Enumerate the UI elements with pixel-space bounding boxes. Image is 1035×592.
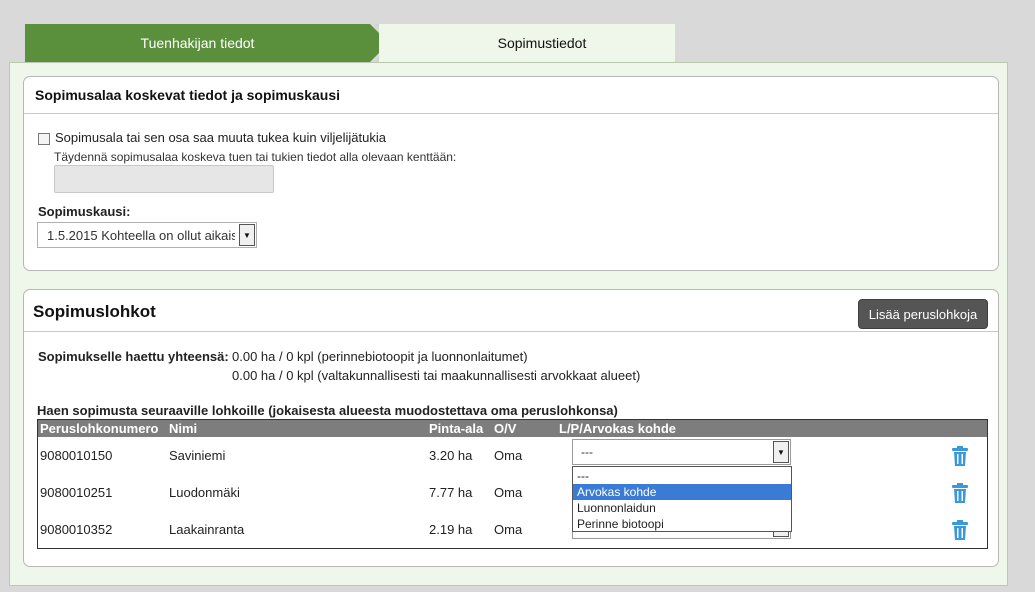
trash-icon[interactable] bbox=[952, 446, 968, 466]
row-name: Saviniemi bbox=[169, 448, 226, 463]
table-header: Peruslohkonumero Nimi Pinta-ala O/V L/P/… bbox=[38, 420, 987, 437]
wizard-tabs: Tuenhakijan tiedot Sopimustiedot bbox=[25, 24, 675, 62]
col-number: Peruslohkonumero bbox=[40, 421, 159, 436]
row-type-value: --- bbox=[581, 445, 593, 459]
row-number: 9080010352 bbox=[40, 522, 113, 537]
col-type: L/P/Arvokas kohde bbox=[559, 421, 677, 436]
table-caption: Haen sopimusta seuraaville lohkoille (jo… bbox=[37, 403, 618, 418]
other-support-checkbox[interactable] bbox=[38, 133, 50, 145]
dropdown-option[interactable]: --- bbox=[573, 468, 791, 484]
checkbox-label: Sopimusala tai sen osa saa muuta tukea k… bbox=[55, 130, 386, 145]
chevron-down-icon[interactable]: ▼ bbox=[773, 441, 789, 463]
main-content: Sopimusalaa koskevat tiedot ja sopimuska… bbox=[9, 62, 1008, 586]
row-ov: Oma bbox=[494, 522, 523, 537]
col-area: Pinta-ala bbox=[429, 421, 484, 436]
dropdown-option[interactable]: Luonnonlaidun bbox=[573, 500, 791, 516]
row-number: 9080010150 bbox=[40, 448, 113, 463]
period-select-value: 1.5.2015 Kohteella on ollut aikaisempi s… bbox=[47, 228, 235, 243]
parcels-table: Peruslohkonumero Nimi Pinta-ala O/V L/P/… bbox=[37, 419, 988, 549]
section-header: Sopimuslohkot Lisää peruslohkoja bbox=[24, 290, 998, 332]
total-line-1: 0.00 ha / 0 kpl (perinnebiotoopit ja luo… bbox=[232, 349, 528, 364]
col-ov: O/V bbox=[494, 421, 517, 436]
row-name: Laakainranta bbox=[169, 522, 245, 537]
row-area: 2.19 ha bbox=[429, 522, 473, 537]
trash-icon[interactable] bbox=[952, 483, 968, 503]
total-line-2: 0.00 ha / 0 kpl (valtakunnallisesti tai … bbox=[232, 368, 641, 383]
section-sopimusala: Sopimusalaa koskevat tiedot ja sopimuska… bbox=[23, 76, 999, 271]
section-header: Sopimusalaa koskevat tiedot ja sopimuska… bbox=[24, 77, 998, 114]
row-area: 3.20 ha bbox=[429, 448, 473, 463]
trash-icon[interactable] bbox=[952, 520, 968, 540]
row-ov: Oma bbox=[494, 485, 523, 500]
col-name: Nimi bbox=[169, 421, 198, 436]
section-sopimuslohkot: Sopimuslohkot Lisää peruslohkoja Sopimuk… bbox=[23, 289, 999, 567]
chevron-down-icon[interactable]: ▼ bbox=[239, 224, 255, 246]
dropdown-option[interactable]: Perinne biotoopi bbox=[573, 516, 791, 532]
section-title: Sopimusalaa koskevat tiedot ja sopimuska… bbox=[35, 87, 340, 103]
period-label: Sopimuskausi: bbox=[38, 204, 131, 219]
row-number: 9080010251 bbox=[40, 485, 113, 500]
add-parcels-button[interactable]: Lisää peruslohkoja bbox=[858, 299, 988, 329]
tab-tuenhakijan-tiedot[interactable]: Tuenhakijan tiedot bbox=[25, 24, 370, 62]
row-ov: Oma bbox=[494, 448, 523, 463]
row-area: 7.77 ha bbox=[429, 485, 473, 500]
support-hint: Täydennä sopimusalaa koskeva tuen tai tu… bbox=[54, 150, 457, 164]
row-type-select[interactable]: --- ▼ bbox=[572, 439, 791, 465]
total-label: Sopimukselle haettu yhteensä: bbox=[38, 349, 229, 364]
support-details-input[interactable] bbox=[54, 165, 274, 193]
type-dropdown-list: --- Arvokas kohde Luonnonlaidun Perinne … bbox=[572, 466, 792, 532]
row-name: Luodonmäki bbox=[169, 485, 240, 500]
dropdown-option-highlighted[interactable]: Arvokas kohde bbox=[573, 484, 791, 500]
period-select[interactable]: 1.5.2015 Kohteella on ollut aikaisempi s… bbox=[37, 222, 257, 248]
tab-sopimustiedot[interactable]: Sopimustiedot bbox=[379, 24, 675, 62]
section-title: Sopimuslohkot bbox=[33, 302, 156, 321]
